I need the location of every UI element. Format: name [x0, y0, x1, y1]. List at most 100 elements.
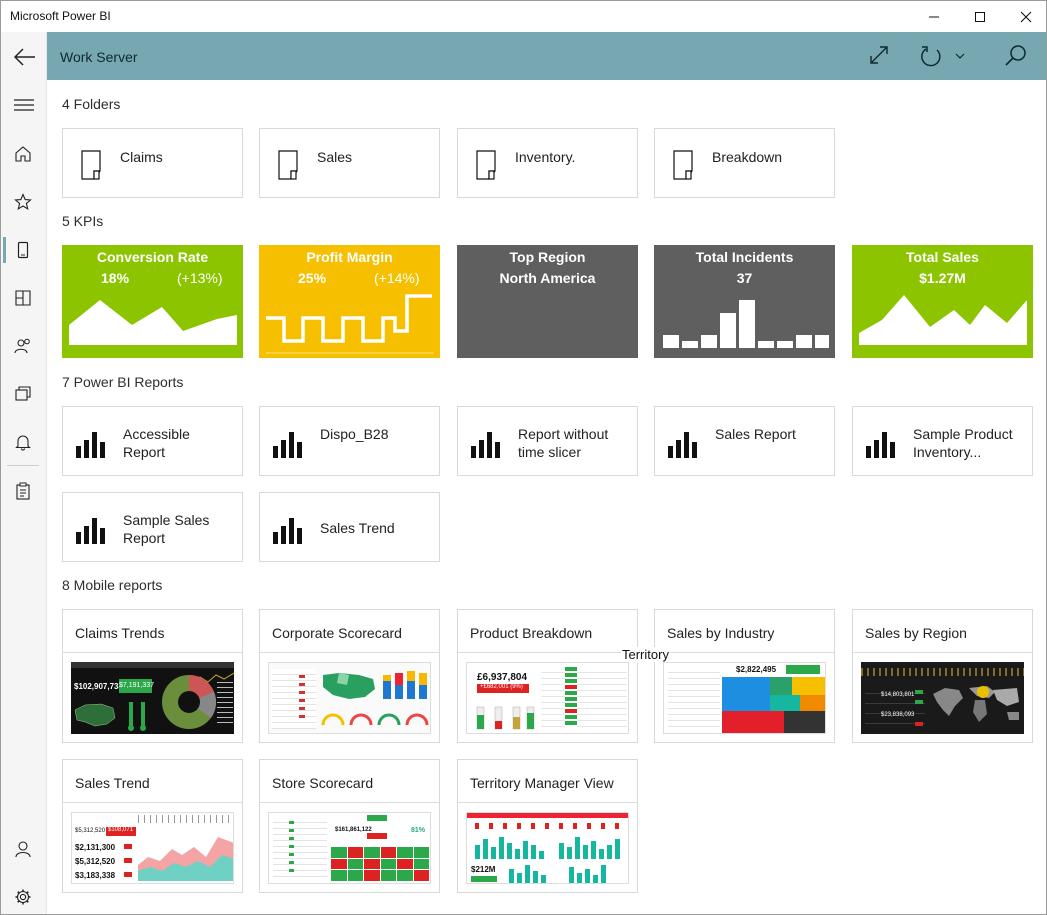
title-bar: Microsoft Power BI [1, 1, 1046, 32]
report-tile-sample-product-inventory[interactable]: Sample Product Inventory... [852, 406, 1033, 476]
nav-workspaces[interactable] [1, 373, 47, 413]
thumb-value: +£682,001 (9%) [477, 684, 529, 693]
nav-dashboards[interactable] [1, 277, 47, 317]
back-arrow-icon [14, 48, 35, 66]
kpi-title: Total Incidents [695, 249, 794, 265]
kpi-tile-total-sales[interactable]: Total Sales $1.27M [852, 245, 1033, 358]
mobile-report-title: Sales Trend [75, 775, 150, 791]
mobile-report-claims-trends[interactable]: Claims Trends $102,907,738 $7,191,337 [62, 609, 243, 743]
mobile-report-thumbnail: $102,907,738 $7,191,337 [71, 662, 234, 734]
folder-tile-claims[interactable]: Claims [62, 128, 243, 198]
nav-shared[interactable] [1, 325, 47, 365]
title-divider [63, 802, 242, 803]
kpi-value: North America [499, 270, 596, 286]
folder-label: Claims [120, 149, 163, 165]
report-tile-sales-trend[interactable]: Sales Trend [259, 492, 440, 562]
minimize-button[interactable] [911, 1, 957, 32]
folders-heading: 4 Folders [62, 96, 121, 112]
mobile-report-sales-by-region[interactable]: Sales by Region $14,803,801 $23,838,093 [852, 609, 1033, 743]
report-tile-report-without-time-slicer[interactable]: Report without time slicer [457, 406, 638, 476]
report-tile-sales-report[interactable]: Sales Report [654, 406, 835, 476]
expand-icon [870, 46, 888, 64]
maximize-button[interactable] [957, 1, 1003, 32]
title-divider [458, 652, 637, 653]
nav-mobile-reports[interactable] [1, 229, 47, 269]
bar-chart-icon [76, 518, 105, 544]
report-tile-sample-sales-report[interactable]: Sample Sales Report [62, 492, 243, 562]
app-title: Microsoft Power BI [10, 9, 111, 23]
mobile-report-title: Product Breakdown [470, 625, 593, 641]
thumb-value: $2,822,495 [736, 665, 777, 674]
nav-account[interactable] [1, 828, 47, 868]
thumb-value: £6,937,804 [477, 672, 528, 683]
thumb-value: $2,131,300 [75, 843, 116, 852]
content-area: 4 Folders Claims Sales Inventory. Breakd… [47, 80, 1046, 914]
app-window: Microsoft Power BI Work Server 4 Folders… [0, 0, 1047, 915]
nav-settings[interactable] [1, 876, 47, 914]
mobile-report-sales-trend[interactable]: Sales Trend $5,312,520 $108,071 $2,131,3… [62, 759, 243, 893]
nav-favorites[interactable] [1, 181, 47, 221]
kpi-tile-profit-margin[interactable]: Profit Margin 25% (+14%) [259, 245, 440, 358]
report-label: Report without time slicer [518, 426, 609, 460]
report-tile-accessible-report[interactable]: Accessible Report [62, 406, 243, 476]
fullscreen-button[interactable] [868, 44, 892, 68]
phone-icon [17, 241, 29, 259]
thumb-value: $5,312,520 [75, 828, 106, 834]
thumb-value: $212M [471, 865, 496, 874]
kpis-heading: 5 KPIs [62, 213, 104, 229]
report-label: Dispo_B28 [320, 426, 389, 442]
thumb-value: 81% [411, 827, 426, 834]
mobile-report-thumbnail: $14,803,801 $23,838,093 [861, 662, 1024, 734]
search-icon [1005, 45, 1026, 66]
close-button[interactable] [1003, 1, 1046, 32]
kpi-title: Total Sales [906, 249, 979, 265]
person-icon [15, 841, 31, 858]
mobile-report-store-scorecard[interactable]: Store Scorecard $161,861,122 81% [259, 759, 440, 893]
hamburger-menu-button[interactable] [1, 85, 47, 125]
dashboard-icon [15, 290, 31, 306]
title-divider [458, 802, 637, 803]
minimize-icon [929, 16, 939, 18]
back-button[interactable] [1, 36, 47, 76]
mobile-report-sales-by-industry[interactable]: Sales by Industry $2,822,495 [654, 609, 835, 743]
kpi-title: Profit Margin [306, 249, 393, 265]
page-title: Work Server [60, 49, 138, 65]
bar-chart-icon [273, 432, 302, 458]
report-tile-dispo-b28[interactable]: Dispo_B28 [259, 406, 440, 476]
kpi-value: 25% [298, 270, 327, 286]
title-divider [260, 802, 439, 803]
bar-chart-icon [668, 432, 697, 458]
nav-clipboard[interactable] [1, 470, 47, 510]
refresh-button[interactable] [919, 44, 969, 68]
kpi-tile-conversion-rate[interactable]: Conversion Rate 18% (+13%) [62, 245, 243, 358]
mobile-report-product-breakdown[interactable]: Product Breakdown £6,937,804 +£682,001 (… [457, 609, 638, 743]
nav-home[interactable] [1, 133, 47, 173]
report-label: Sample Sales Report [123, 512, 210, 546]
folder-icon [81, 150, 101, 180]
nav-notifications[interactable] [1, 421, 47, 461]
mobile-report-title: Corporate Scorecard [272, 625, 402, 641]
kpi-tile-total-incidents[interactable]: Total Incidents 37 [654, 245, 835, 358]
folder-tile-breakdown[interactable]: Breakdown [654, 128, 835, 198]
search-button[interactable] [1004, 44, 1028, 68]
mobile-report-thumbnail: $5,312,520 $108,071 $2,131,300 $5,312,52… [71, 812, 234, 884]
mobile-report-title: Store Scorecard [272, 775, 374, 791]
thumb-value: $102,907,738 [74, 682, 123, 691]
folder-label: Inventory. [515, 149, 576, 165]
folder-icon [278, 150, 298, 180]
mobile-report-title: Claims Trends [75, 625, 165, 641]
bar-chart-icon [866, 432, 895, 458]
mobile-report-territory-manager-view[interactable]: Territory Manager View $212M [457, 759, 638, 893]
kpi-tile-top-region[interactable]: Top Region North America [457, 245, 638, 358]
mobile-report-thumbnail: $161,861,122 81% [268, 812, 431, 884]
report-label: Sales Report [715, 426, 796, 442]
star-icon [14, 193, 32, 210]
mobile-report-corporate-scorecard[interactable]: Corporate Scorecard [259, 609, 440, 743]
folder-tile-sales[interactable]: Sales [259, 128, 440, 198]
mobile-report-title: Sales by Industry [667, 625, 775, 641]
close-icon [1020, 11, 1032, 23]
kpi-value: 18% [101, 270, 130, 286]
folder-tile-inventory[interactable]: Inventory. [457, 128, 638, 198]
tooltip: Territory [621, 647, 670, 662]
gear-icon [15, 889, 31, 905]
